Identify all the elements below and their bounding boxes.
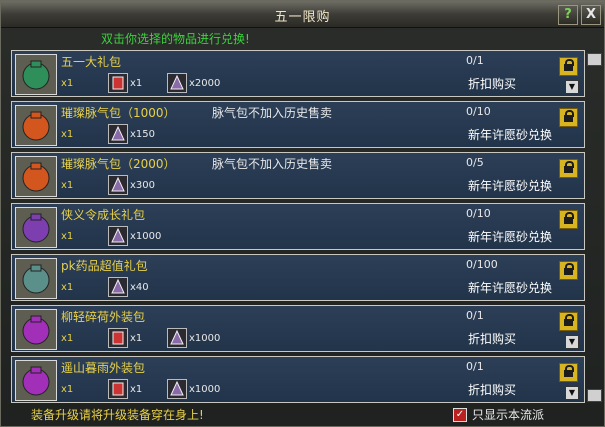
purchase-count: 0/100 bbox=[466, 258, 498, 271]
footer-tip: 装备升级请将升级装备穿在身上! bbox=[31, 408, 204, 422]
lock-icon[interactable] bbox=[559, 261, 578, 280]
purchase-count: 0/1 bbox=[466, 360, 484, 373]
coupon-icon bbox=[108, 73, 128, 93]
exchange-method: 新年许愿砂兑换 bbox=[468, 281, 553, 295]
only-my-school-checkbox[interactable]: ✓ bbox=[453, 408, 467, 422]
item-name: 璀璨脉气包（2000） bbox=[61, 157, 176, 171]
wishing-sand-icon bbox=[108, 124, 128, 144]
cost-value: x2000 bbox=[189, 78, 221, 89]
window-title: 五一限购 bbox=[274, 10, 331, 25]
lock-icon[interactable] bbox=[559, 363, 578, 382]
cost-value: x1000 bbox=[189, 333, 221, 344]
lock-icon[interactable] bbox=[559, 108, 578, 127]
item-row[interactable]: 遥山暮雨外装包 x1 x1 x1000 0/1 折扣购买 ▼ bbox=[11, 356, 585, 403]
item-quantity: x1 bbox=[61, 78, 74, 89]
exchange-method: 新年许愿砂兑换 bbox=[468, 179, 553, 193]
item-quantity: x1 bbox=[61, 282, 74, 293]
item-quantity: x1 bbox=[61, 129, 74, 140]
wishing-sand-icon bbox=[167, 379, 187, 399]
lock-icon[interactable] bbox=[559, 312, 578, 331]
item-note: 脉气包不加入历史售卖 bbox=[212, 106, 333, 120]
chevron-down-icon[interactable]: ▼ bbox=[565, 80, 579, 94]
item-name: 璀璨脉气包（1000） bbox=[61, 106, 176, 120]
exchange-method: 折扣购买 bbox=[468, 383, 517, 397]
exchange-method: 新年许愿砂兑换 bbox=[468, 128, 553, 142]
item-quantity: x1 bbox=[61, 180, 74, 191]
scroll-up-icon[interactable] bbox=[587, 53, 602, 66]
cost-value: x150 bbox=[130, 129, 156, 140]
chevron-down-icon[interactable]: ▼ bbox=[565, 335, 579, 349]
item-note: 脉气包不加入历史售卖 bbox=[212, 157, 333, 171]
coupon-icon bbox=[108, 328, 128, 348]
purple-gift-box-icon bbox=[15, 207, 57, 248]
wishing-sand-icon bbox=[167, 328, 187, 348]
purchase-count: 0/5 bbox=[466, 156, 484, 169]
coupon-icon bbox=[108, 379, 128, 399]
item-row[interactable]: 璀璨脉气包（1000） 脉气包不加入历史售卖 x1 x150 0/10 新年许愿砂兑换 bbox=[11, 101, 585, 148]
purchase-count: 0/10 bbox=[466, 105, 491, 118]
wishing-sand-icon bbox=[108, 226, 128, 246]
cost-value: x1 bbox=[130, 78, 143, 89]
cost-value: x300 bbox=[130, 180, 156, 191]
purple-pouch-icon bbox=[15, 309, 57, 350]
item-quantity: x1 bbox=[61, 384, 74, 395]
exchange-method: 折扣购买 bbox=[468, 332, 517, 346]
item-row[interactable]: 璀璨脉气包（2000） 脉气包不加入历史售卖 x1 x300 0/5 新年许愿砂兑换 bbox=[11, 152, 585, 199]
close-button[interactable]: X bbox=[581, 5, 601, 25]
item-name: pk药品超值礼包 bbox=[61, 259, 148, 273]
exchange-method: 新年许愿砂兑换 bbox=[468, 230, 553, 244]
purchase-count: 0/1 bbox=[466, 54, 484, 67]
wishing-sand-icon bbox=[108, 175, 128, 195]
item-name: 遥山暮雨外装包 bbox=[61, 361, 146, 375]
item-quantity: x1 bbox=[61, 231, 74, 242]
orange-pouch-icon bbox=[15, 156, 57, 197]
help-button[interactable]: ? bbox=[558, 5, 578, 25]
item-list: 五一大礼包 x1 x1 x2000 0/1 折扣购买 ▼ 璀璨脉气包（1000） 脉气包不加入历… bbox=[11, 50, 585, 404]
cost-value: x1000 bbox=[130, 231, 162, 242]
item-quantity: x1 bbox=[61, 333, 74, 344]
scroll-down-icon[interactable] bbox=[587, 389, 602, 402]
cost-value: x1 bbox=[130, 384, 143, 395]
wishing-sand-icon bbox=[108, 277, 128, 297]
chevron-down-icon[interactable]: ▼ bbox=[565, 386, 579, 400]
limited-purchase-window: 五一限购 ? X 双击你选择的物品进行兑换! 五一大礼包 x1 x1 x2000 0/1… bbox=[0, 0, 605, 427]
item-row[interactable]: pk药品超值礼包 x1 x40 0/100 新年许愿砂兑换 bbox=[11, 254, 585, 301]
exchange-method: 折扣购买 bbox=[468, 77, 517, 91]
item-row[interactable]: 柳轻碎荷外装包 x1 x1 x1000 0/1 折扣购买 ▼ bbox=[11, 305, 585, 352]
purchase-count: 0/10 bbox=[466, 207, 491, 220]
item-name: 侠义令成长礼包 bbox=[61, 208, 146, 222]
lock-icon[interactable] bbox=[559, 57, 578, 76]
item-row[interactable]: 侠义令成长礼包 x1 x1000 0/10 新年许愿砂兑换 bbox=[11, 203, 585, 250]
lock-icon[interactable] bbox=[559, 159, 578, 178]
lock-icon[interactable] bbox=[559, 210, 578, 229]
item-name: 柳轻碎荷外装包 bbox=[61, 310, 146, 324]
green-gift-bag-icon bbox=[15, 54, 57, 95]
item-row[interactable]: 五一大礼包 x1 x1 x2000 0/1 折扣购买 ▼ bbox=[11, 50, 585, 97]
title-bar[interactable]: 五一限购 ? X bbox=[1, 1, 604, 28]
cost-value: x1000 bbox=[189, 384, 221, 395]
instruction-hint: 双击你选择的物品进行兑换! bbox=[101, 32, 250, 46]
purple-pouch-icon bbox=[15, 360, 57, 401]
cost-value: x1 bbox=[130, 333, 143, 344]
purchase-count: 0/1 bbox=[466, 309, 484, 322]
item-name: 五一大礼包 bbox=[61, 55, 122, 69]
orange-pouch-icon bbox=[15, 105, 57, 146]
cost-value: x40 bbox=[130, 282, 149, 293]
teal-chest-icon bbox=[15, 258, 57, 299]
only-my-school-label: 只显示本流派 bbox=[472, 408, 545, 422]
wishing-sand-icon bbox=[167, 73, 187, 93]
